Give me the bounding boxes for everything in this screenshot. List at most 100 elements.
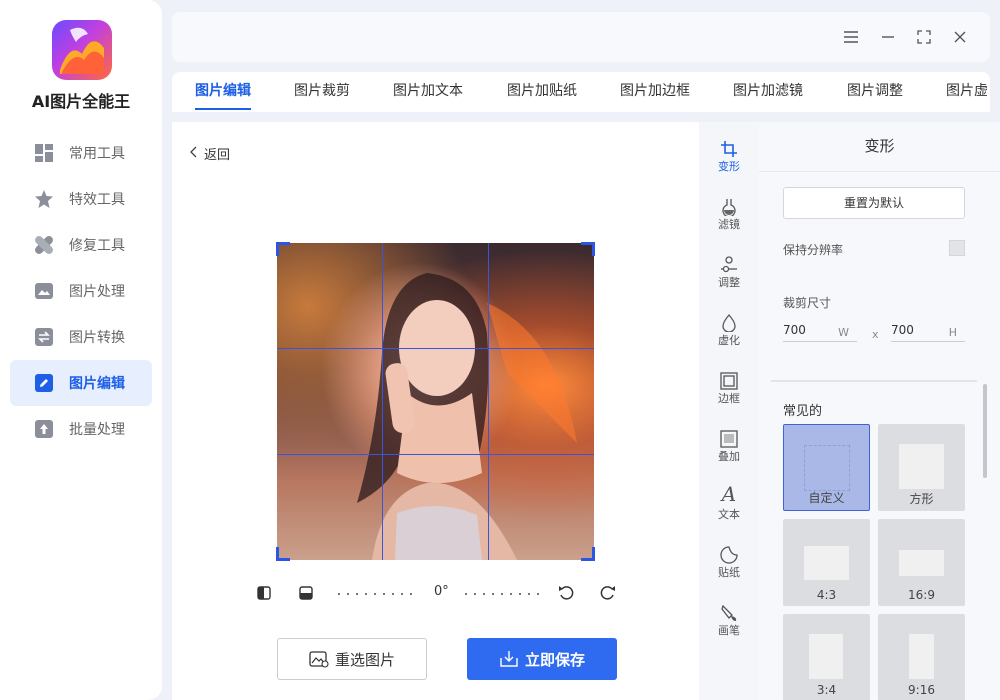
tab-add-sticker[interactable]: 图片加贴纸 [507,72,577,112]
editor-canvas-panel: 返回 0° 重选图片 立即保存 [172,122,699,700]
brush-icon [699,596,759,622]
crop-handle-top-left[interactable] [276,242,290,256]
tab-image-blur[interactable]: 图片虚 [946,72,988,112]
preset-4-3[interactable]: 4:3 [783,519,870,606]
maximize-icon[interactable] [909,12,939,62]
download-icon [499,650,519,668]
preset-label: 9:16 [908,683,935,697]
preset-shape [899,444,944,489]
menu-icon[interactable] [836,12,866,62]
rotation-slider-right[interactable] [465,593,546,595]
sidebar-item-common-tools[interactable]: 常用工具 [10,130,152,176]
image-icon [34,281,54,301]
tool-transform[interactable]: 变形 [699,132,759,182]
tab-image-edit[interactable]: 图片编辑 [195,72,251,112]
crop-height-field[interactable]: 700 H [891,320,965,342]
preset-custom[interactable]: 自定义 [783,424,870,511]
tool-sticker[interactable]: 贴纸 [699,538,759,588]
edited-photo [277,243,594,560]
tab-add-filter[interactable]: 图片加滤镜 [733,72,803,112]
sidebar-item-label: 图片转换 [69,330,125,346]
sidebar-item-image-convert[interactable]: 图片转换 [10,314,152,360]
tool-label: 叠加 [718,450,740,463]
reselect-image-button[interactable]: 重选图片 [277,638,427,680]
tool-label: 虚化 [718,334,740,347]
sidebar-item-repair-tools[interactable]: 修复工具 [10,222,152,268]
reselect-label: 重选图片 [334,650,395,669]
close-icon[interactable] [945,12,975,62]
preset-shape [804,546,849,580]
edit-tool-strip: 变形 滤镜 调整 虚化 边框 叠加 A 文本 贴纸 画笔 [699,122,759,700]
tab-image-adjust[interactable]: 图片调整 [847,72,903,112]
sidebar: AI图片全能王 常用工具 特效工具 修复工具 图片处理 图片转换 图片编辑 批量… [0,0,162,700]
preset-9-16[interactable]: 9:16 [878,614,965,700]
crop-width-field[interactable]: 700 W [783,320,857,342]
sidebar-item-label: 常用工具 [69,146,125,162]
crop-area[interactable] [276,242,595,561]
tool-overlay[interactable]: 叠加 [699,422,759,472]
app-name: AI图片全能王 [31,92,131,111]
panel-divider [771,380,977,382]
reset-default-button[interactable]: 重置为默认 [783,187,965,219]
rotate-right-icon[interactable] [598,582,618,604]
preset-label: 方形 [909,492,934,506]
drop-icon [699,306,759,332]
tool-border[interactable]: 边框 [699,364,759,414]
sidebar-item-image-processing[interactable]: 图片处理 [10,268,152,314]
tool-brush[interactable]: 画笔 [699,596,759,646]
tab-image-crop[interactable]: 图片裁剪 [294,72,350,112]
tool-label: 调整 [718,276,740,289]
image-icon [309,650,329,668]
crop-handle-bottom-left[interactable] [276,547,290,561]
rotate-left-icon[interactable] [556,582,576,604]
tool-adjust[interactable]: 调整 [699,248,759,298]
minimize-icon[interactable] [873,12,903,62]
preset-label: 3:4 [816,683,837,697]
save-now-button[interactable]: 立即保存 [467,638,617,680]
tab-add-text[interactable]: 图片加文本 [393,72,463,112]
sidebar-item-label: 特效工具 [69,192,125,208]
crop-width-unit: W [838,326,849,339]
tool-blur[interactable]: 虚化 [699,306,759,356]
tool-text[interactable]: A 文本 [699,480,759,530]
sidebar-item-label: 图片编辑 [69,376,125,392]
crop-grid-line [382,243,383,560]
panel-scrollbar[interactable] [983,384,987,478]
tool-label: 画笔 [718,624,740,637]
rotation-slider-left[interactable] [338,593,419,595]
frame-icon [699,364,759,390]
sidebar-item-effect-tools[interactable]: 特效工具 [10,176,152,222]
tool-label: 边框 [718,392,740,405]
crop-height-unit: H [948,326,957,339]
preset-label: 16:9 [908,588,935,602]
transform-toolbar: 0° [252,582,622,604]
transform-panel: 变形 重置为默认 保持分辨率 裁剪尺寸 700 W x 700 H 常见的 自定… [759,122,1000,700]
convert-icon [34,327,54,347]
keep-resolution-checkbox[interactable] [949,240,965,256]
times-symbol: x [872,328,879,341]
tab-add-border[interactable]: 图片加边框 [620,72,690,112]
preset-3-4[interactable]: 3:4 [783,614,870,700]
flip-horizontal-icon[interactable] [254,582,274,604]
preset-16-9[interactable]: 16:9 [878,519,965,606]
grid-icon [34,143,54,163]
sidebar-item-image-edit[interactable]: 图片编辑 [10,360,152,406]
crop-handle-top-right[interactable] [581,242,595,256]
crop-handle-bottom-right[interactable] [581,547,595,561]
crop-height-value: 700 [891,323,914,337]
tool-label: 文本 [718,508,740,521]
upload-icon [34,419,54,439]
tool-filter[interactable]: 滤镜 [699,190,759,240]
save-label: 立即保存 [524,650,585,669]
sidebar-item-batch[interactable]: 批量处理 [10,406,152,452]
edit-icon [34,373,54,393]
bandage-icon [34,235,54,255]
preset-shape [804,445,850,491]
crop-grid-line [488,243,489,560]
chevron-left-icon [190,146,198,162]
back-button[interactable]: 返回 [190,144,230,163]
flip-vertical-icon[interactable] [296,582,316,604]
flask-icon [699,190,759,216]
preset-square[interactable]: 方形 [878,424,965,511]
crop-width-value: 700 [783,323,806,337]
